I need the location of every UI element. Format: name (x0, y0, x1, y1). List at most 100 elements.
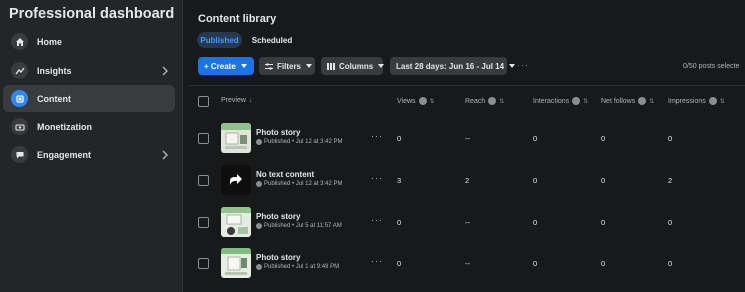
sort-icon: ⇅ (719, 98, 725, 105)
table-row[interactable]: Photo story Published • Jul 1 at 9:48 PM… (189, 243, 745, 284)
post-thumbnail[interactable] (221, 165, 251, 195)
post-thumbnail[interactable] (221, 207, 251, 237)
row-checkbox[interactable] (198, 258, 209, 269)
page-title: Content library (198, 13, 277, 25)
column-header-preview[interactable]: Preview ↓ (221, 97, 252, 104)
caret-down-icon (306, 64, 313, 68)
date-range-selector[interactable]: Last 28 days: Jun 16 - Jul 14 (390, 57, 516, 75)
row-more-button[interactable]: ··· (371, 131, 383, 141)
post-count: 0/50 posts selecte (683, 63, 740, 70)
cell-views: 0 (397, 134, 402, 143)
sidebar-item-engagement[interactable]: Engagement (3, 141, 175, 168)
column-header-views[interactable]: Views ⇅ (397, 97, 435, 105)
post-title[interactable]: No text content (256, 170, 314, 179)
sidebar-item-insights[interactable]: Insights (3, 57, 175, 84)
info-icon[interactable] (638, 97, 647, 105)
info-icon[interactable] (572, 97, 581, 105)
column-header-interactions[interactable]: Interactions ⇅ (533, 97, 588, 105)
post-meta-text: Published • Jul 12 at 3:42 PM (264, 139, 343, 145)
sidebar-item-label: Monetization (37, 121, 92, 132)
more-options-button[interactable]: ··· (517, 60, 529, 70)
post-thumbnail[interactable] (221, 248, 251, 278)
info-icon[interactable] (708, 97, 717, 105)
cell-impressions: 2 (668, 176, 673, 185)
sidebar-item-content[interactable]: Content (3, 85, 175, 112)
post-title[interactable]: Photo story (256, 212, 300, 221)
sort-icon: ⇅ (429, 98, 435, 105)
table-row[interactable]: No text content Published • Jul 12 at 3:… (189, 160, 745, 201)
sidebar-item-label: Home (37, 36, 63, 47)
cell-views: 0 (397, 259, 402, 268)
cell-reach: -- (465, 259, 470, 268)
sidebar-item-monetization[interactable]: Monetization (3, 113, 175, 140)
select-all-checkbox[interactable] (198, 96, 209, 107)
share-icon (221, 165, 251, 195)
content-icon (11, 90, 28, 107)
filters-label: Filters (277, 61, 302, 71)
cell-reach: 2 (465, 176, 470, 185)
cell-interactions: 0 (533, 259, 538, 268)
sidebar-item-home[interactable]: Home (3, 28, 175, 55)
sort-icon: ⇅ (649, 98, 655, 105)
columns-icon (327, 62, 335, 70)
post-title[interactable]: Photo story (256, 253, 300, 262)
post-title[interactable]: Photo story (256, 128, 300, 137)
post-thumbnail[interactable] (221, 123, 251, 153)
cell-impressions: 0 (668, 218, 673, 227)
audience-icon (256, 139, 262, 145)
create-button[interactable]: + Create (198, 57, 254, 75)
row-checkbox[interactable] (198, 133, 209, 144)
row-more-button[interactable]: ··· (371, 256, 383, 266)
column-header-label: Impressions (668, 97, 706, 105)
info-icon[interactable] (488, 97, 497, 105)
cell-impressions: 0 (668, 259, 673, 268)
tab-scheduled[interactable]: Scheduled (246, 32, 298, 48)
caret-down-icon (509, 64, 516, 68)
sort-down-icon: ↓ (248, 97, 253, 104)
post-meta-text: Published • Jul 12 at 3:42 PM (264, 181, 343, 187)
cell-views: 3 (397, 176, 402, 185)
columns-label: Columns (339, 61, 374, 71)
column-header-net-follows[interactable]: Net follows ⇅ (601, 97, 654, 105)
filters-button[interactable]: Filters (259, 57, 315, 75)
cell-net-follows: 0 (601, 218, 606, 227)
cell-reach: -- (465, 218, 470, 227)
audience-icon (256, 223, 262, 229)
engagement-icon (11, 146, 28, 163)
table-row[interactable]: Photo story Published • Jul 5 at 11:57 A… (189, 202, 745, 243)
row-checkbox[interactable] (198, 217, 209, 228)
tab-published[interactable]: Published (197, 32, 242, 48)
sidebar-item-label: Content (37, 93, 71, 104)
row-more-button[interactable]: ··· (371, 173, 383, 183)
sidebar: Professional dashboard Home Insights Con… (0, 0, 183, 292)
table-row[interactable]: Photo story Published • Jul 12 at 3:42 P… (189, 118, 745, 159)
post-meta: Published • Jul 12 at 3:42 PM (256, 181, 342, 187)
globe-icon (256, 181, 262, 187)
chevron-right-icon (161, 148, 169, 166)
column-header-impressions[interactable]: Impressions ⇅ (668, 97, 725, 105)
cell-interactions: 0 (533, 176, 538, 185)
audience-icon (256, 264, 262, 270)
monetization-icon (11, 118, 28, 135)
post-meta: Published • Jul 5 at 11:57 AM (256, 223, 342, 229)
cell-interactions: 0 (533, 134, 538, 143)
columns-button[interactable]: Columns (321, 57, 385, 75)
row-more-button[interactable]: ··· (371, 215, 383, 225)
cell-net-follows: 0 (601, 176, 606, 185)
sidebar-title: Professional dashboard (9, 6, 175, 22)
column-header-label: Interactions (533, 97, 570, 105)
sidebar-item-label: Engagement (37, 149, 92, 160)
column-header-reach[interactable]: Reach ⇅ (465, 97, 504, 105)
post-meta-text: Published • Jul 5 at 11:57 AM (264, 223, 342, 229)
column-header-label: Net follows (601, 97, 636, 105)
sort-icon: ⇅ (499, 98, 505, 105)
sidebar-item-label: Insights (37, 65, 72, 76)
info-icon[interactable] (418, 97, 427, 105)
cell-interactions: 0 (533, 218, 538, 227)
post-meta: Published • Jul 1 at 9:48 PM (256, 264, 339, 270)
post-meta: Published • Jul 12 at 3:42 PM (256, 139, 342, 145)
filters-icon (265, 62, 273, 70)
row-checkbox[interactable] (198, 175, 209, 186)
column-header-label: Reach (465, 97, 486, 105)
create-button-label: + Create (204, 61, 236, 71)
